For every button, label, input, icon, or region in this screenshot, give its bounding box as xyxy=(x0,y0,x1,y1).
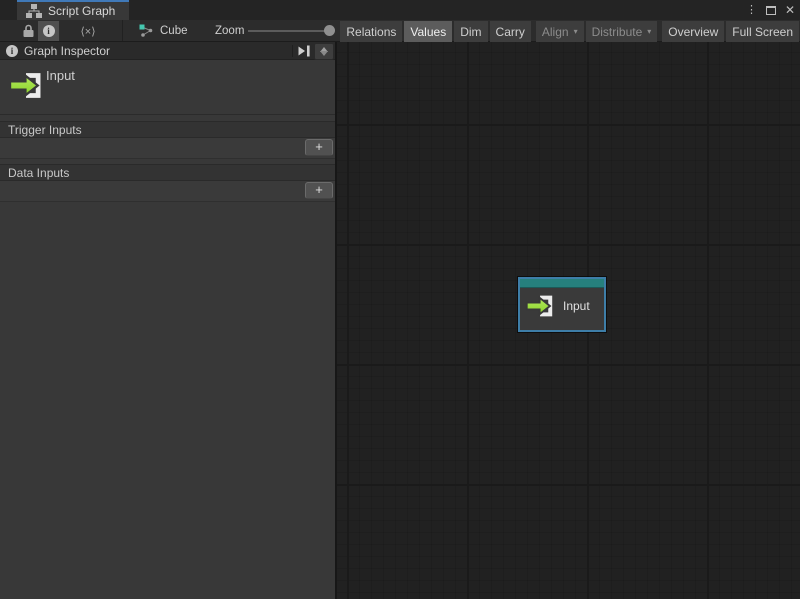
add-trigger-input-button[interactable]: + xyxy=(305,139,333,156)
add-data-input-button[interactable]: + xyxy=(305,182,333,199)
dim-button[interactable]: Dim xyxy=(454,21,487,42)
trigger-inputs-label: Trigger Inputs xyxy=(0,121,335,138)
graph-reference[interactable]: Cube xyxy=(139,20,188,41)
chevron-down-icon xyxy=(320,51,328,56)
popout-panel-icon[interactable] xyxy=(297,44,311,58)
toolbar-divider xyxy=(122,20,123,41)
distribute-dropdown[interactable]: Distribute ▾ xyxy=(586,21,658,42)
align-label: Align xyxy=(542,25,569,39)
graph-canvas[interactable]: Input xyxy=(335,42,800,599)
graph-inspector-title: Graph Inspector xyxy=(24,44,110,58)
distribute-label: Distribute xyxy=(592,25,643,39)
carry-button[interactable]: Carry xyxy=(490,21,531,42)
chevron-down-icon: ▾ xyxy=(647,27,651,36)
tab-script-graph[interactable]: Script Graph xyxy=(17,0,129,20)
code-view-icon[interactable]: ⟨×⟩ xyxy=(72,21,104,41)
input-node-label: Input xyxy=(563,299,590,313)
input-unit-icon xyxy=(8,70,45,101)
script-graph-window: Script Graph ⋮ ✕ i ⟨×⟩ Cube Zoom xyxy=(0,0,800,599)
selected-unit-header: Input xyxy=(0,60,335,115)
window-controls: ⋮ ✕ xyxy=(746,0,795,20)
overview-button[interactable]: Overview xyxy=(662,21,724,42)
input-unit-icon xyxy=(525,293,556,319)
info-icon: i xyxy=(43,25,55,37)
close-icon[interactable]: ✕ xyxy=(785,4,795,16)
input-node[interactable]: Input xyxy=(518,277,606,332)
toolbar-buttons: Relations Values Dim Carry Align ▾ Distr… xyxy=(338,21,799,42)
data-inputs-row: + xyxy=(0,181,335,202)
panel-scroll-spinner[interactable] xyxy=(314,43,334,60)
input-node-body: Input xyxy=(520,288,604,319)
tab-bar: Script Graph ⋮ ✕ xyxy=(0,0,800,20)
zoom-slider-handle[interactable] xyxy=(324,25,335,36)
full-screen-button[interactable]: Full Screen xyxy=(726,21,799,42)
graph-node-icon xyxy=(139,24,154,37)
info-icon: i xyxy=(6,45,18,57)
input-node-header[interactable] xyxy=(520,279,604,288)
align-dropdown[interactable]: Align ▾ xyxy=(536,21,584,42)
lock-icon[interactable] xyxy=(22,24,35,38)
trigger-inputs-row: + xyxy=(0,138,335,159)
zoom-label: Zoom xyxy=(215,25,244,37)
values-button[interactable]: Values xyxy=(404,21,452,42)
inspector-toggle-button[interactable]: i xyxy=(38,21,59,41)
graph-name: Cube xyxy=(160,25,188,37)
graph-inspector-panel: i Graph Inspector Input Trigger Inputs +… xyxy=(0,42,335,599)
data-inputs-label: Data Inputs xyxy=(0,164,335,181)
relations-button[interactable]: Relations xyxy=(340,21,402,42)
script-graph-icon xyxy=(26,4,42,18)
graph-inspector-header: i Graph Inspector xyxy=(0,42,335,60)
graph-toolbar: i ⟨×⟩ Cube Zoom 1x Relations Values Dim … xyxy=(0,20,800,42)
tab-label: Script Graph xyxy=(48,4,115,18)
maximize-icon[interactable] xyxy=(766,6,776,15)
selected-unit-title: Input xyxy=(46,68,75,83)
header-divider xyxy=(292,45,293,57)
zoom-slider-track[interactable] xyxy=(248,30,331,32)
chevron-down-icon: ▾ xyxy=(574,27,578,36)
window-menu-icon[interactable]: ⋮ xyxy=(746,5,757,16)
